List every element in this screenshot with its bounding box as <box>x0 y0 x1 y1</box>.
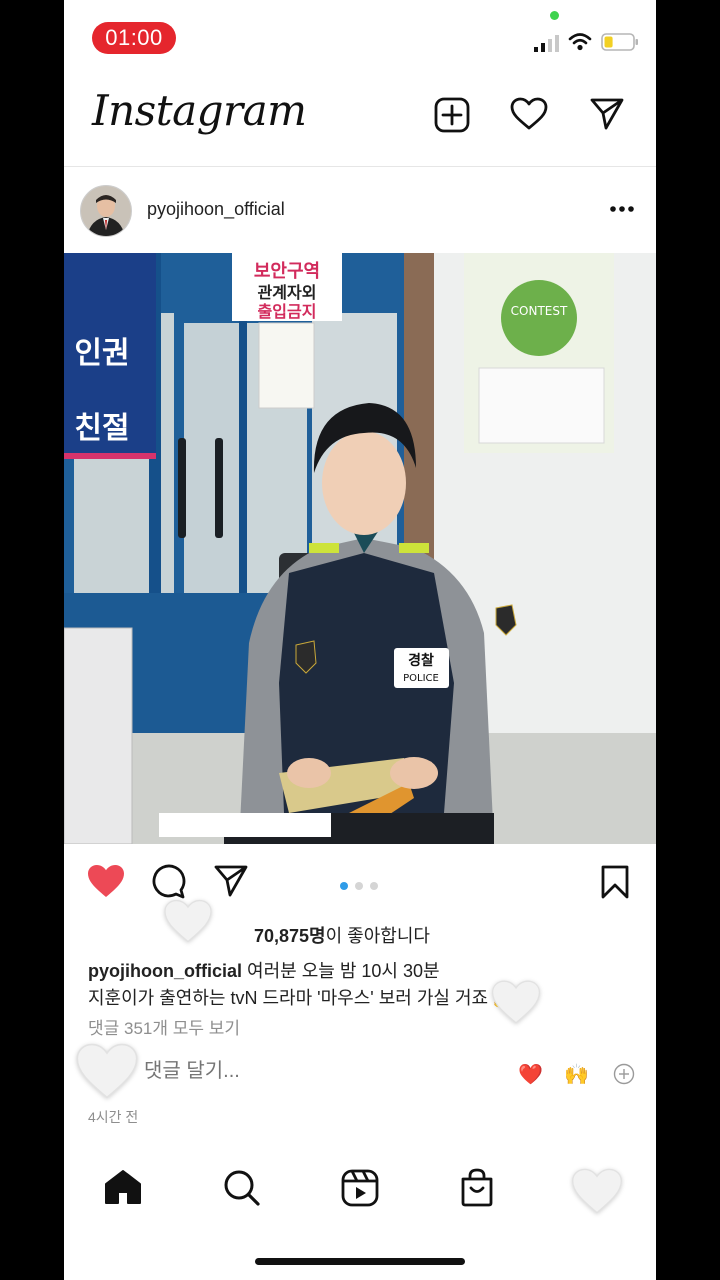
top-sign-line2: 관계자외 <box>258 283 317 302</box>
add-emoji-icon[interactable] <box>613 1063 635 1085</box>
post-username[interactable]: pyojihoon_official <box>147 199 285 220</box>
quick-emoji-heart[interactable]: ❤️ <box>518 1062 543 1087</box>
new-post-icon[interactable] <box>434 97 470 133</box>
search-icon[interactable] <box>223 1169 261 1207</box>
caption-username[interactable]: pyojihoon_official <box>88 961 242 981</box>
like-heart-icon[interactable] <box>86 863 126 899</box>
battery-icon <box>601 33 638 51</box>
comment-icon[interactable] <box>150 863 186 899</box>
banner-text-1: 인권 <box>74 336 129 371</box>
floating-heart-icon <box>491 980 541 1024</box>
post-time-ago: 4시간 전 <box>88 1109 139 1125</box>
floating-heart-icon <box>76 1043 138 1099</box>
carousel-indicator <box>340 877 385 895</box>
mic-indicator <box>550 11 559 20</box>
app-screen: 01:00 Instagram pyojihoon_official 인권 친절… <box>64 0 656 1280</box>
more-options-icon[interactable] <box>609 205 635 213</box>
avatar[interactable] <box>80 185 132 237</box>
home-indicator-bar[interactable] <box>255 1258 465 1265</box>
reels-icon[interactable] <box>341 1169 379 1207</box>
likes-count: 70,875명 <box>254 926 326 946</box>
share-send-icon[interactable] <box>213 864 249 898</box>
patch-sub: POLICE <box>403 673 439 684</box>
floating-heart-icon <box>164 899 212 943</box>
direct-send-icon[interactable] <box>589 97 625 131</box>
top-sign-line3: 출입금지 <box>258 302 317 321</box>
carousel-dot-2 <box>355 882 363 890</box>
patch-text: 경찰 <box>408 652 434 669</box>
signal-icon <box>534 35 559 52</box>
banner-text-2: 친절 <box>74 411 129 446</box>
carousel-dot-3 <box>370 882 378 890</box>
caption-line1: 여러분 오늘 밤 10시 30분 <box>242 961 440 981</box>
quick-emoji-raised-hands[interactable]: 🙌 <box>564 1062 589 1087</box>
activity-heart-icon[interactable] <box>510 97 548 131</box>
top-sign-line1: 보안구역 <box>254 261 320 282</box>
comment-input[interactable] <box>144 1060 344 1083</box>
likes-suffix: 이 좋아합니다 <box>325 926 430 946</box>
wifi-icon <box>568 33 592 51</box>
status-time: 01:00 <box>92 22 176 54</box>
view-all-comments-link[interactable]: 댓글 351개 모두 보기 <box>88 1014 240 1039</box>
post-photo[interactable]: 인권 친절 보안구역 관계자외 출입금지 CONTEST 경찰 POLICE <box>64 253 656 844</box>
poster-contest-text: CONTEST <box>511 304 568 318</box>
caption-line2: 지훈이가 출연하는 tvN 드라마 '마우스' 보러 가실 거죠 <box>88 988 489 1008</box>
floating-heart-icon <box>572 1168 622 1214</box>
bookmark-icon[interactable] <box>600 864 630 900</box>
carousel-dot-1 <box>340 882 348 890</box>
likes-line[interactable]: 70,875명이 좋아합니다 <box>254 922 430 948</box>
header-divider <box>64 166 656 167</box>
home-icon[interactable] <box>104 1169 142 1205</box>
shop-icon[interactable] <box>459 1167 495 1207</box>
instagram-logo: Instagram <box>92 86 307 135</box>
